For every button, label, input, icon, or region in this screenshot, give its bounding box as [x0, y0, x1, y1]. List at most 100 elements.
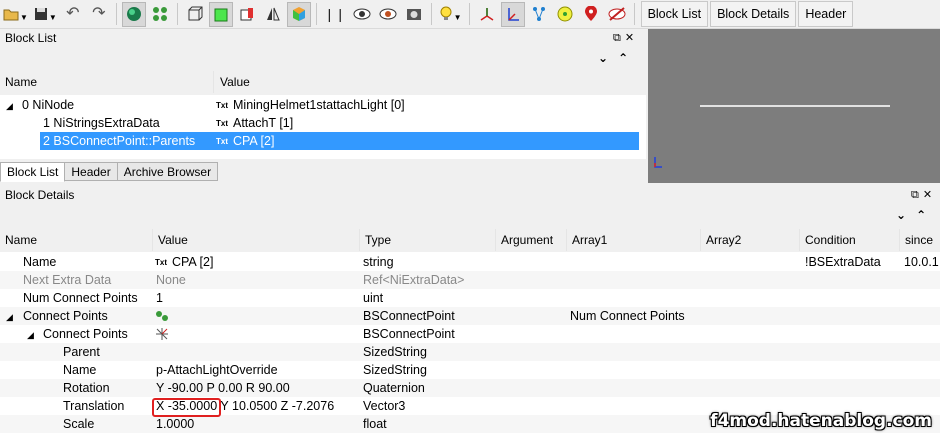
column-header-value[interactable]: Value: [220, 75, 250, 89]
open-icon[interactable]: ▼: [1, 2, 30, 27]
separator: [115, 3, 117, 25]
mirror-icon[interactable]: [261, 2, 285, 27]
eye-icon[interactable]: [350, 2, 374, 27]
tab-archive-browser[interactable]: Archive Browser: [116, 162, 219, 181]
column-header-value[interactable]: Value: [158, 233, 188, 247]
header-toggle-button[interactable]: Header: [798, 1, 854, 27]
marker-icon[interactable]: [579, 2, 603, 27]
column-divider[interactable]: [700, 229, 701, 251]
row-name: Translation: [63, 399, 125, 413]
txt-icon: Txt: [216, 137, 228, 146]
table-row[interactable]: Name p-AttachLightOverride SizedString: [0, 361, 940, 379]
column-header-name[interactable]: Name: [5, 233, 37, 247]
column-divider[interactable]: [566, 229, 567, 251]
collapse-all-icon[interactable]: ⌃: [916, 208, 936, 222]
collapse-all-icon[interactable]: ⌃: [618, 51, 638, 65]
column-header-since[interactable]: since: [905, 233, 933, 247]
block-details-toggle-button[interactable]: Block Details: [710, 1, 797, 27]
column-header-array1[interactable]: Array1: [572, 233, 607, 247]
row-condition: !BSExtraData: [805, 255, 881, 269]
globe-icon[interactable]: [121, 1, 146, 27]
footprint-value-icon: [155, 309, 169, 326]
redo-icon[interactable]: ↷: [87, 2, 111, 27]
axes-blue-icon[interactable]: [500, 1, 525, 27]
axes-value-icon: [155, 327, 169, 344]
screenshot-icon[interactable]: [402, 2, 426, 27]
cube-green-icon[interactable]: [208, 1, 233, 27]
row-name: Name: [63, 363, 97, 377]
cube-red-icon[interactable]: [235, 2, 259, 27]
row-value[interactable]: 1.0000: [156, 417, 194, 431]
sphere-icon[interactable]: [553, 2, 577, 27]
block-list-tabs: Block List Header Archive Browser: [0, 162, 219, 182]
table-row[interactable]: Next Extra Data None Ref<NiExtraData>: [0, 271, 940, 289]
row-value[interactable]: Txt CPA [2]: [155, 255, 213, 269]
tree-row[interactable]: ◢ 0 NiNode Txt MiningHelmet1stattachLight…: [0, 96, 646, 114]
cube-color-icon[interactable]: [286, 1, 311, 27]
save-icon[interactable]: ▼: [32, 2, 59, 27]
table-row[interactable]: Name Txt CPA [2] string !BSExtraData 10.0…: [0, 253, 940, 271]
row-name: Parent: [63, 345, 100, 359]
footprint-icon[interactable]: ❘❘: [322, 2, 348, 27]
row-type: string: [363, 255, 394, 269]
tab-block-list[interactable]: Block List: [0, 162, 66, 182]
column-divider[interactable]: [799, 229, 800, 251]
column-header-array2[interactable]: Array2: [706, 233, 741, 247]
row-value[interactable]: 1: [156, 291, 163, 305]
block-details-table: Name Txt CPA [2] string !BSExtraData 10.0…: [0, 252, 940, 435]
block-details-title: Block Details: [5, 188, 75, 202]
row-value[interactable]: p-AttachLightOverride: [156, 363, 278, 377]
column-divider[interactable]: [213, 71, 214, 93]
block-list-header: Name Value: [0, 71, 646, 93]
close-icon[interactable]: ✕: [625, 32, 638, 44]
table-row[interactable]: Num Connect Points 1 uint: [0, 289, 940, 307]
block-list-toggle-button[interactable]: Block List: [640, 1, 709, 27]
expand-arrow-icon[interactable]: ◢: [6, 309, 16, 323]
column-header-condition[interactable]: Condition: [805, 233, 856, 247]
tab-header[interactable]: Header: [64, 162, 118, 181]
column-header-name[interactable]: Name: [5, 75, 37, 89]
close-icon[interactable]: ✕: [923, 189, 936, 201]
column-header-argument[interactable]: Argument: [501, 233, 553, 247]
column-divider[interactable]: [152, 229, 153, 251]
row-type: SizedString: [363, 363, 427, 377]
block-list-window-controls: ⧉✕: [613, 31, 638, 45]
bulb-icon[interactable]: ▼: [437, 2, 464, 27]
row-name: Rotation: [63, 381, 110, 395]
table-row[interactable]: ◢ Connect Points BSConnectPoint: [0, 325, 940, 343]
axes-red-icon[interactable]: [475, 2, 499, 27]
cube-outline-icon[interactable]: [183, 2, 207, 27]
table-row[interactable]: ◢ Connect Points BSConnectPoint Num Conn…: [0, 307, 940, 325]
row-type: float: [363, 417, 387, 431]
undo-icon[interactable]: ↶: [61, 2, 85, 27]
nodes-icon[interactable]: [148, 2, 172, 27]
row-name: Connect Points: [23, 309, 108, 323]
render-viewport[interactable]: [648, 29, 940, 183]
eye-brush-icon[interactable]: [376, 2, 400, 27]
expand-all-icon[interactable]: ⌄: [896, 208, 916, 222]
float-icon[interactable]: ⧉: [911, 189, 923, 201]
table-row[interactable]: Parent SizedString: [0, 343, 940, 361]
hide-eye-icon[interactable]: [605, 2, 629, 27]
column-divider[interactable]: [495, 229, 496, 251]
txt-icon: Txt: [155, 258, 167, 267]
tree-row[interactable]: 1 NiStringsExtraData Txt AttachT [1]: [0, 114, 646, 132]
row-value[interactable]: Y -90.00 P 0.00 R 90.00: [156, 381, 290, 395]
expand-arrow-icon[interactable]: ◢: [6, 98, 16, 112]
row-value[interactable]: None: [156, 273, 186, 287]
column-header-type[interactable]: Type: [365, 233, 391, 247]
tree-row-selected[interactable]: 2 BSConnectPoint::Parents Txt CPA [2]: [40, 132, 639, 150]
float-icon[interactable]: ⧉: [613, 32, 625, 44]
branch-icon[interactable]: [527, 2, 551, 27]
separator: [468, 3, 470, 25]
watermark: f4mod.hatenablog.com: [710, 411, 932, 431]
table-row[interactable]: Rotation Y -90.00 P 0.00 R 90.00 Quatern…: [0, 379, 940, 397]
row-type: BSConnectPoint: [363, 327, 455, 341]
column-divider[interactable]: [359, 229, 360, 251]
expand-all-icon[interactable]: ⌄: [598, 51, 618, 65]
txt-icon: Txt: [216, 119, 228, 128]
block-list-title: Block List: [5, 31, 57, 45]
expand-arrow-icon[interactable]: ◢: [27, 327, 37, 341]
column-divider[interactable]: [899, 229, 900, 251]
block-details-header: Name Value Type Argument Array1 Array2 C…: [0, 229, 940, 251]
